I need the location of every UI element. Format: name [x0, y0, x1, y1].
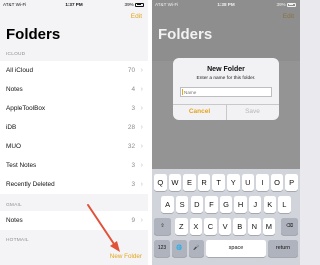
- key-n[interactable]: N: [248, 218, 261, 235]
- key-w[interactable]: W: [168, 174, 182, 191]
- key-u[interactable]: U: [241, 174, 255, 191]
- key-s[interactable]: S: [175, 196, 189, 213]
- folders-screen: AT&T Wi-Fi 1:37 PM 39% Edit Folders ICLO…: [0, 0, 148, 265]
- new-folder-dialog-screen: AT&T Wi-Fi 1:38 PM 39% Edit Folders New …: [152, 0, 300, 265]
- alert-message: Enter a name for this folder.: [196, 76, 256, 81]
- key-m[interactable]: M: [262, 218, 276, 235]
- key-j[interactable]: J: [248, 196, 262, 213]
- key-g[interactable]: G: [219, 196, 233, 213]
- shift-icon[interactable]: ⇧: [154, 218, 171, 235]
- battery-indicator: 39%: [277, 2, 296, 7]
- key-l[interactable]: L: [278, 196, 291, 213]
- new-folder-alert: New Folder Enter a name for this folder.…: [173, 58, 279, 120]
- battery-icon: [287, 2, 296, 7]
- key-b[interactable]: B: [233, 218, 246, 235]
- folder-name-input[interactable]: [180, 87, 272, 97]
- key-k[interactable]: K: [263, 196, 277, 213]
- page-title: Folders: [158, 26, 213, 43]
- space-key[interactable]: space: [206, 240, 266, 257]
- return-key[interactable]: return: [268, 240, 298, 257]
- key-q[interactable]: Q: [154, 174, 167, 191]
- key-p[interactable]: P: [285, 174, 298, 191]
- key-a[interactable]: A: [161, 196, 174, 213]
- key-x[interactable]: X: [189, 218, 203, 235]
- key-e[interactable]: E: [183, 174, 196, 191]
- key-z[interactable]: Z: [175, 218, 188, 235]
- key-o[interactable]: O: [270, 174, 284, 191]
- save-button[interactable]: Save: [226, 104, 279, 120]
- key-d[interactable]: D: [190, 196, 204, 213]
- cancel-button[interactable]: Cancel: [173, 104, 226, 120]
- alert-title: New Folder: [207, 66, 245, 73]
- key-c[interactable]: C: [204, 218, 217, 235]
- key-f[interactable]: F: [205, 196, 218, 213]
- key-r[interactable]: R: [197, 174, 211, 191]
- key-v[interactable]: V: [218, 218, 232, 235]
- backspace-icon[interactable]: ⌫: [280, 218, 298, 235]
- edit-button: Edit: [282, 13, 294, 20]
- text-cursor: [182, 89, 183, 95]
- annotation-arrow-icon: [87, 204, 120, 252]
- key-t[interactable]: T: [212, 174, 225, 191]
- globe-icon[interactable]: 🌐: [172, 240, 187, 257]
- key-y[interactable]: Y: [227, 174, 240, 191]
- status-bar: AT&T Wi-Fi 1:38 PM 39%: [152, 0, 300, 9]
- key-h[interactable]: H: [234, 196, 247, 213]
- microphone-icon[interactable]: 🎤: [189, 240, 204, 257]
- key-i[interactable]: I: [256, 174, 269, 191]
- battery-percent: 39%: [276, 2, 286, 7]
- numbers-key[interactable]: 123: [154, 240, 170, 257]
- keyboard: Q W E R T Y U I O P A S D F G H J K L ⇧ Z X C V B N M ⌫ 123 🌐 🎤 space re…: [152, 169, 300, 265]
